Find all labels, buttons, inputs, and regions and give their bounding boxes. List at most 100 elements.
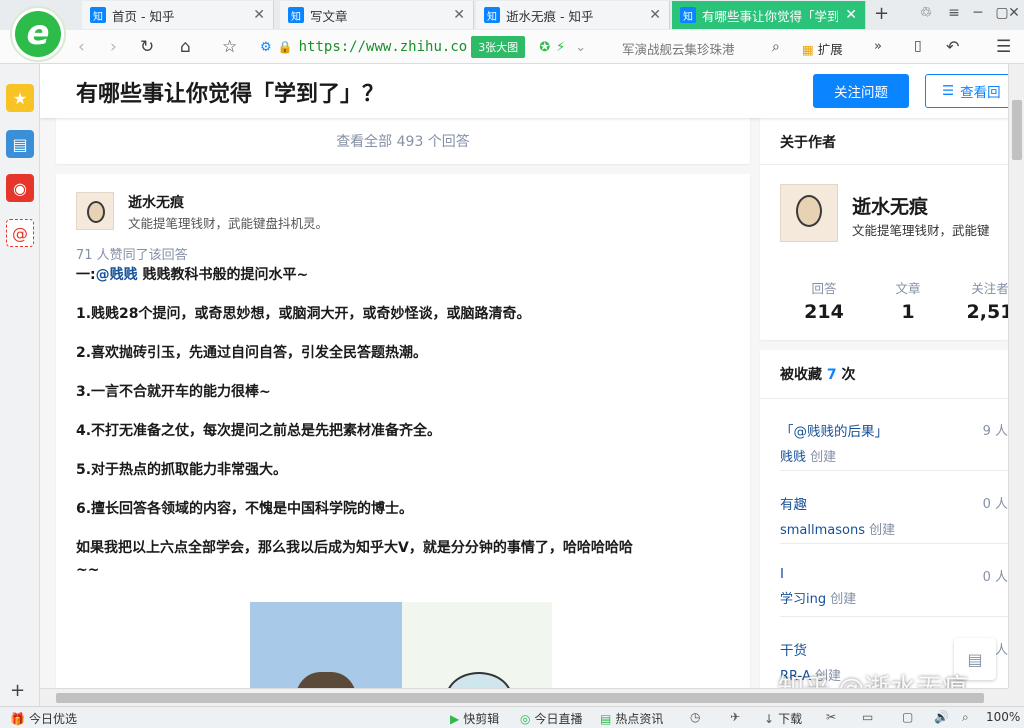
zoom-level[interactable]: 100% (986, 710, 1020, 724)
divider (780, 470, 1008, 471)
view-question-label: 查看回 (960, 85, 1001, 101)
author-name[interactable]: 逝水无痕 (128, 192, 184, 212)
vertical-scrollbar[interactable] (1008, 64, 1024, 688)
chevron-down-icon[interactable]: ⌄ (575, 40, 586, 55)
status-item-label: 热点资讯 (615, 712, 664, 726)
back-icon[interactable]: ‹ (78, 37, 85, 57)
home-icon[interactable]: ⌂ (180, 37, 191, 57)
add-icon[interactable]: + (10, 680, 25, 701)
stat-followers[interactable]: 关注者 2,51 (950, 278, 1008, 323)
menu-icon[interactable]: ≡ (944, 5, 964, 21)
quick-edit[interactable]: ▶ 快剪辑 (450, 710, 499, 727)
zhihu-favicon-icon: 知 (484, 7, 500, 23)
search-icon[interactable]: ⌕ (772, 39, 780, 55)
answer-image[interactable] (250, 602, 552, 688)
skin-icon[interactable]: ♲ (916, 5, 936, 21)
collection-name[interactable]: I (780, 566, 1008, 582)
collection-name[interactable]: 「@贱贱的后果」 (780, 420, 1008, 440)
collection-item[interactable]: 有趣 0 人 smallmasons 创建 (780, 493, 1008, 538)
zhihu-favicon-icon: 知 (288, 7, 304, 23)
answer-point: 5.对于热点的抓取能力非常强大。 (76, 462, 288, 478)
window-icon[interactable]: ▢ (902, 710, 913, 724)
tab-current-question[interactable]: 知 有哪些事让你觉得「学到」 ✕ (672, 1, 866, 29)
gift-icon: 🎁 (10, 711, 25, 726)
lightning-icon[interactable]: ⚡ (556, 40, 565, 55)
intro-suffix: 贱贱教科书般的提问水平~ (137, 267, 309, 283)
search-hint[interactable]: 军演战舰云集珍珠港 (622, 39, 735, 58)
answer-point: 4.不打无准备之仗，每次提问之前总是先把素材准备齐全。 (76, 423, 442, 439)
downloads[interactable]: ↓ 下载 (764, 710, 802, 727)
minimize-icon[interactable]: ─ (968, 5, 988, 21)
status-bar: 🎁 今日优选 ▶ 快剪辑 ◎ 今日直播 ▤ 热点资讯 ◷ ✈ ↓ 下载 ✂ ▭ ▢ 🔊 ⌕… (0, 706, 1024, 728)
live-stream[interactable]: ◎ 今日直播 (520, 710, 583, 727)
calendar-icon[interactable]: ▤ (6, 130, 34, 158)
stat-articles[interactable]: 文章 1 (868, 278, 948, 323)
scroll-thumb[interactable] (56, 693, 984, 703)
weibo-icon[interactable]: ◉ (6, 174, 34, 202)
stat-answers[interactable]: 回答 214 (784, 278, 864, 323)
question-header: 有哪些事让你觉得「学到了」？ 关注问题 ☰ 查看回 (40, 64, 1008, 118)
collection-item[interactable]: 「@贱贱的后果」 9 人 贱贱 创建 (780, 420, 1008, 465)
tablet-icon[interactable]: ▯ (914, 38, 922, 54)
close-icon[interactable]: ✕ (649, 7, 661, 23)
about-author-bio: 文能提笔理钱财，武能键 (852, 223, 990, 238)
collection-creator[interactable]: smallmasons (780, 523, 865, 538)
follow-question-button[interactable]: 关注问题 (813, 74, 909, 108)
mail-icon[interactable]: @ (6, 219, 34, 247)
collection-followers: 9 人 (982, 424, 1008, 439)
stat-label: 关注者 (971, 281, 1008, 296)
hot-news[interactable]: ▤ 热点资讯 (600, 710, 663, 727)
close-icon[interactable]: ✕ (253, 7, 265, 23)
tab-label: 首页 - 知乎 (112, 8, 175, 24)
collections-title-label: 被收藏 (780, 367, 822, 383)
close-icon[interactable]: ✕ (453, 7, 465, 23)
zoom-icon[interactable]: ⌕ (962, 710, 969, 725)
hamburger-menu-icon[interactable]: ☰ (996, 37, 1011, 57)
view-all-answers[interactable]: 查看全部 493 个回答 (56, 118, 750, 164)
collection-name[interactable]: 有趣 (780, 493, 1008, 513)
undo-icon[interactable]: ↶ (946, 37, 959, 56)
collection-creator[interactable]: 贱贱 (780, 450, 806, 465)
tab-author-profile[interactable]: 知 逝水无痕 - 知乎 ✕ (476, 1, 670, 29)
device-icon[interactable]: ▭ (862, 710, 873, 724)
window-close-icon[interactable]: ✕ (1004, 5, 1024, 21)
image-pill[interactable]: 3张大图 (471, 36, 526, 58)
stat-value: 1 (901, 301, 915, 323)
collection-item[interactable]: I 0 人 学习ing 创建 (780, 566, 1008, 607)
url-text[interactable]: https://www.zhihu.co (299, 39, 468, 55)
collection-created: 创建 (810, 450, 837, 465)
about-author-name[interactable]: 逝水无痕 (852, 192, 928, 219)
tab-write-article[interactable]: 知 写文章 ✕ (280, 1, 474, 29)
browser-logo[interactable]: e (10, 6, 66, 62)
answer-point: 6.擅长回答各领域的内容，不愧是中国科学院的博士。 (76, 501, 414, 517)
address-bar: ‹ › ↻ ⌂ ☆ ⚙ 🔒 https://www.zhihu.co 3张大图 … (0, 30, 1024, 64)
zhihu-favicon-icon: 知 (90, 7, 106, 23)
bookmark-star-icon[interactable]: ☆ (222, 37, 237, 57)
volume-icon[interactable]: 🔊 (934, 710, 949, 724)
tab-zhihu-home[interactable]: 知 首页 - 知乎 ✕ (82, 1, 274, 29)
close-icon[interactable]: ✕ (845, 7, 857, 23)
screenshot-icon[interactable]: ✂ (826, 710, 836, 724)
avatar[interactable] (76, 192, 114, 230)
site-settings-icon[interactable]: ⚙ (260, 40, 272, 55)
answer-body: 一:@贱贱 贱贱教科书般的提问水平~ 1.贱贱28个提问，或奇思妙想，或脑洞大开… (76, 264, 726, 581)
scroll-thumb[interactable] (1012, 100, 1022, 160)
view-question-button[interactable]: ☰ 查看回 (925, 74, 1008, 108)
star-icon[interactable]: ★ (6, 84, 34, 112)
daily-pick[interactable]: 🎁 今日优选 (10, 710, 77, 727)
speed-icon[interactable]: ◷ (690, 710, 700, 724)
mention-link[interactable]: @贱贱 (96, 267, 138, 283)
new-tab-button[interactable]: + (874, 3, 889, 24)
avatar[interactable] (780, 184, 838, 242)
security-shield-icon[interactable]: ✪ (539, 40, 550, 55)
left-sidebar: ★ ▤ ◉ @ (0, 64, 40, 706)
horizontal-scrollbar[interactable] (40, 688, 1008, 706)
refresh-icon[interactable]: ↻ (140, 37, 154, 57)
collection-creator[interactable]: 学习ing (780, 592, 826, 607)
stat-value: 2,51 (966, 301, 1008, 323)
pin-icon[interactable]: ✈ (730, 710, 740, 724)
watermark: 知乎 @逝水无痕 (778, 668, 968, 688)
more-chevron-icon[interactable]: » (874, 39, 882, 54)
extensions-button[interactable]: ▦ 扩展 (802, 39, 843, 58)
forward-icon[interactable]: › (110, 37, 117, 57)
